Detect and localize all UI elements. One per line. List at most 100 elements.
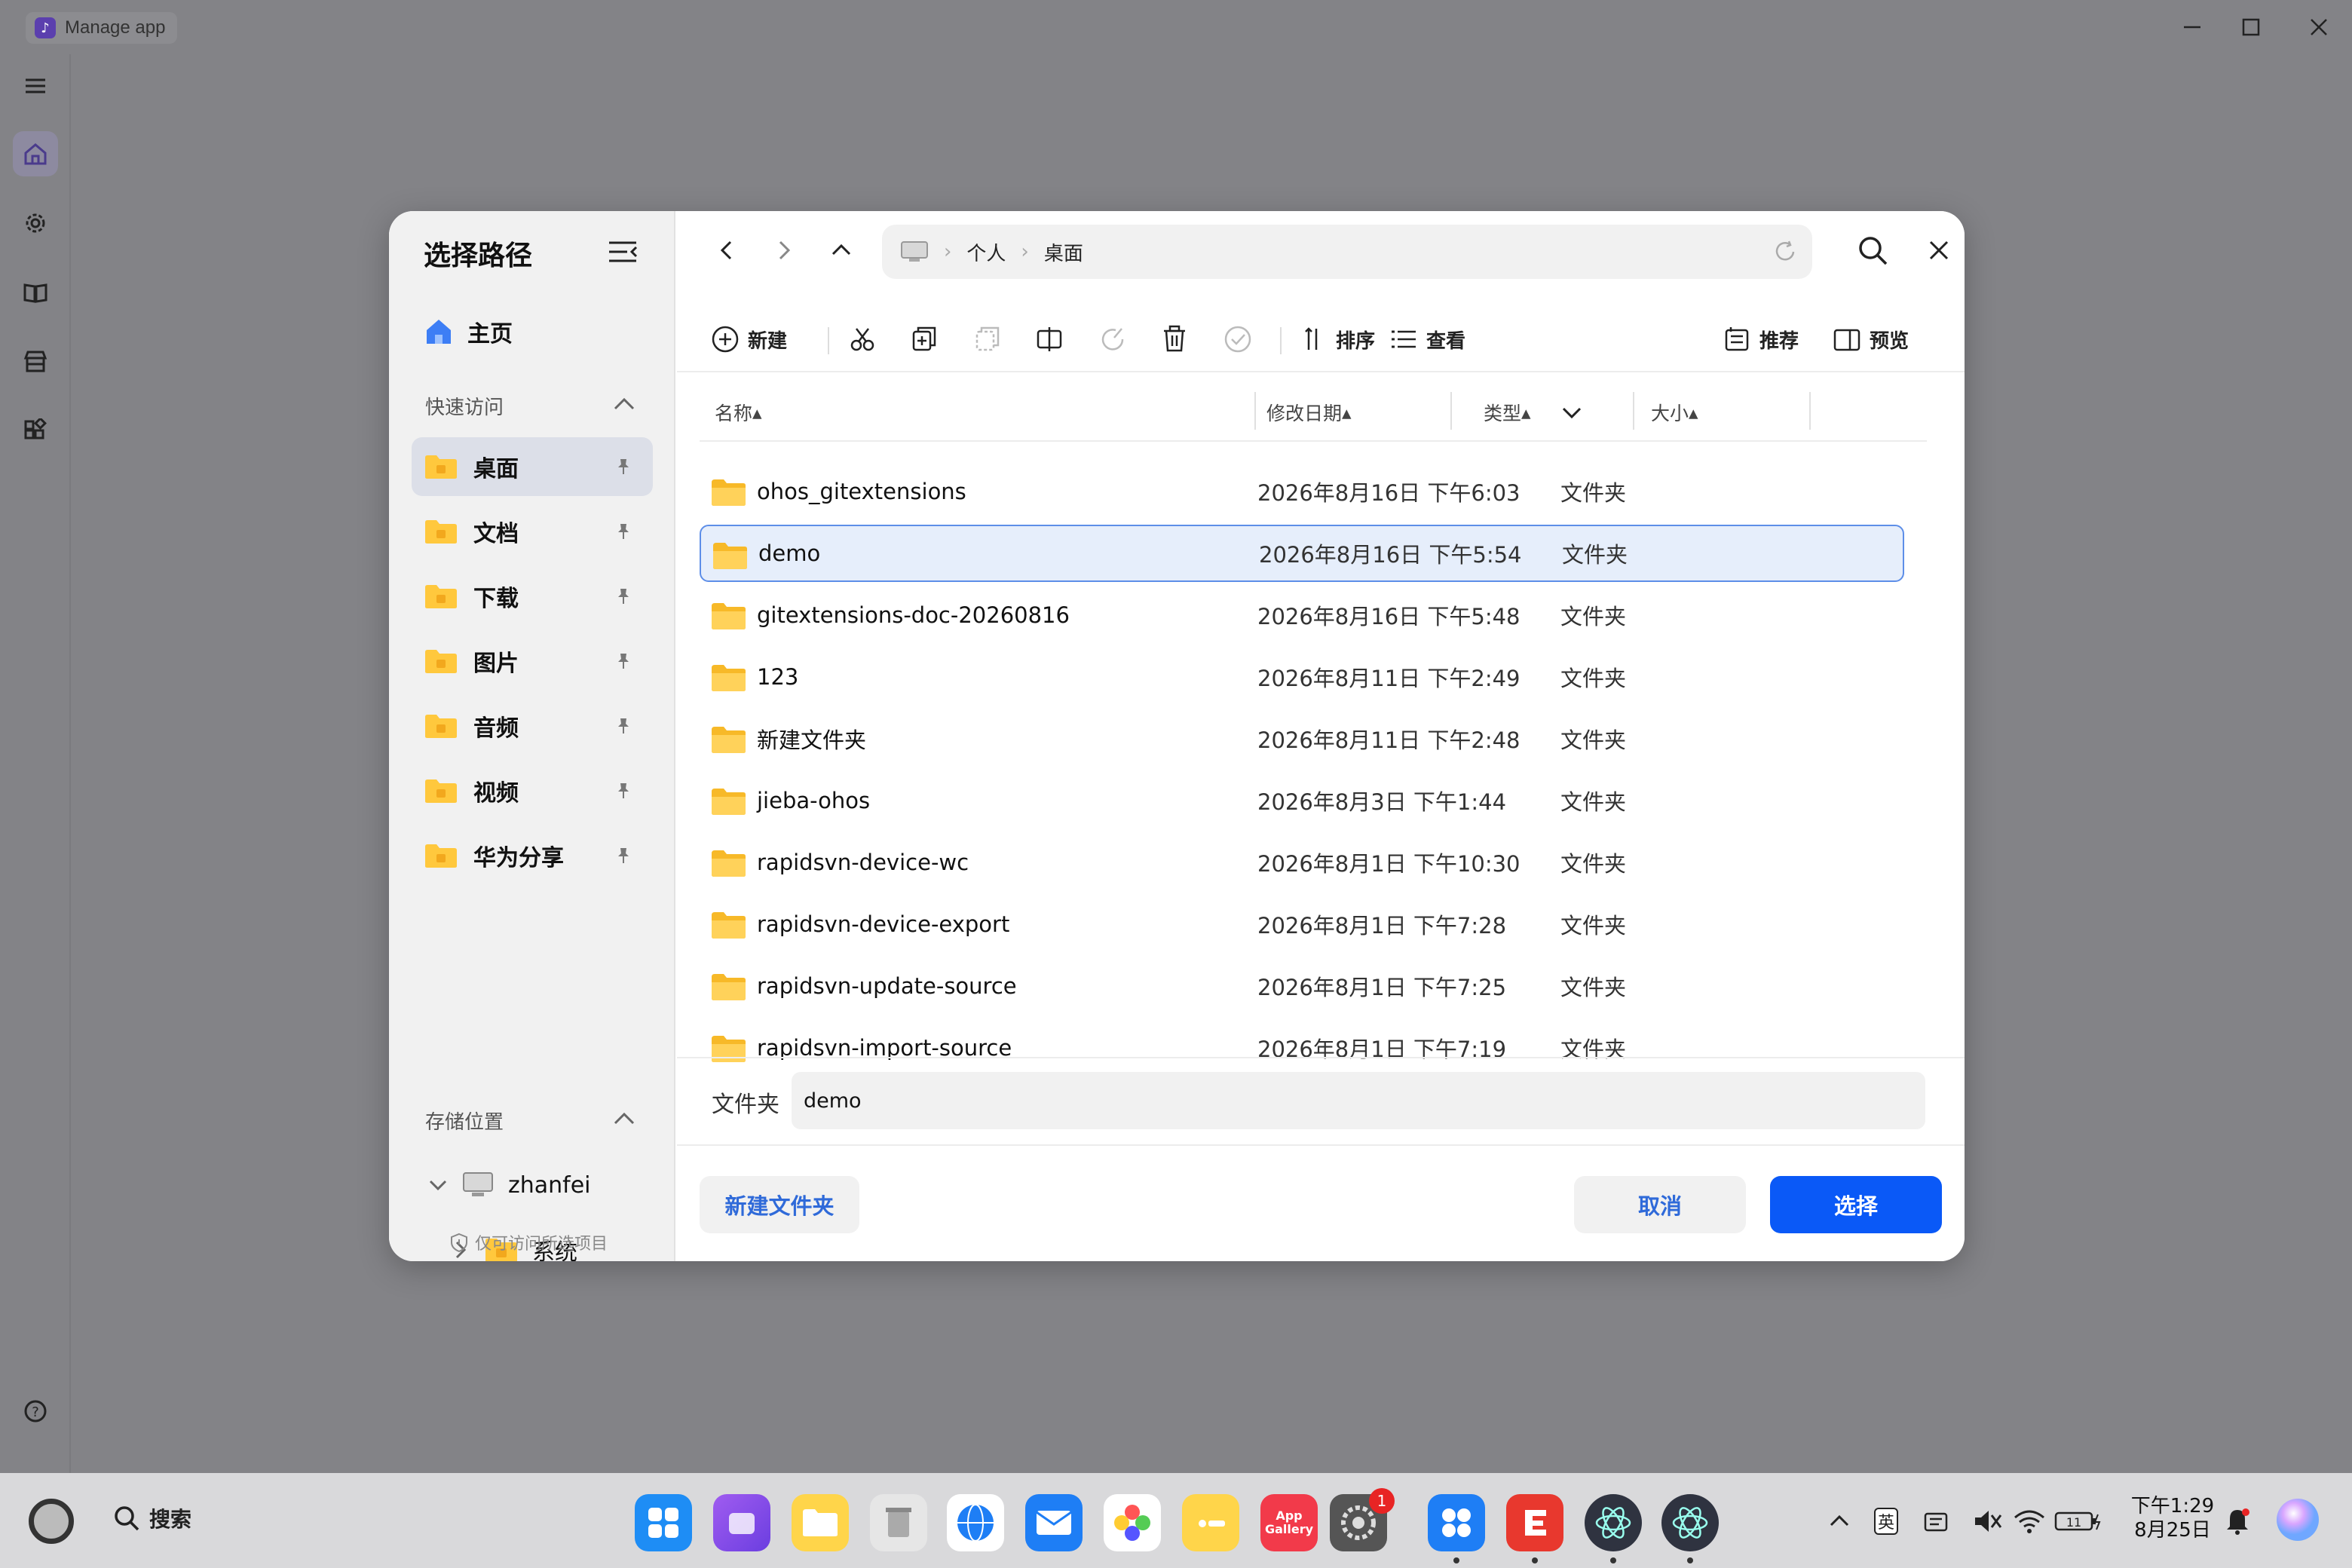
view-button[interactable]: 查看 [1389,321,1465,357]
sidebar-collapse-button[interactable] [605,234,642,271]
file-row[interactable]: rapidsvn-update-source 2026年8月1日 下午7:25 文件… [700,957,1904,1015]
file-date: 2026年8月16日 下午5:54 [1259,542,1522,568]
pin-icon[interactable] [614,651,633,671]
file-row[interactable]: jieba-ohos 2026年8月3日 下午1:44 文件夹 [700,772,1904,829]
new-button[interactable]: 新建 [710,321,787,357]
chevron-up-icon[interactable] [609,1107,639,1129]
pin-icon[interactable] [614,522,633,541]
file-row[interactable]: rapidsvn-device-wc 2026年8月1日 下午10:30 文件夹 [700,834,1904,891]
column-type-header[interactable]: 类型 ▴ [1484,386,1531,439]
rail-store-button[interactable] [13,339,58,384]
start-button[interactable] [29,1499,74,1544]
pin-icon[interactable] [614,781,633,801]
breadcrumb-personal[interactable]: 个人 [966,238,1006,266]
address-bar[interactable]: › 个人 › 桌面 [882,225,1812,279]
paste-button[interactable] [972,321,1003,357]
dock-mail[interactable] [1025,1494,1083,1551]
column-date-header[interactable]: 修改日期 ▴ [1266,386,1583,439]
quick-access-item[interactable]: 视频 [412,761,653,820]
select-all-button[interactable] [1223,321,1253,357]
app-title: Manage app [65,17,166,38]
new-folder-button[interactable]: 新建文件夹 [700,1176,859,1233]
quick-access-item[interactable]: 桌面 [412,437,653,496]
recommend-button[interactable]: 推荐 [1722,321,1799,357]
dock-browser[interactable] [947,1494,1004,1551]
dock-multitask[interactable] [713,1494,770,1551]
assistant-orb[interactable] [2274,1496,2322,1544]
toolbar: 新建 排序 查看 推荐 预览 [677,309,1965,369]
chevron-up-icon[interactable] [609,392,639,415]
file-row[interactable]: rapidsvn-import-source 2026年8月1日 下午7:19 文件… [700,1019,1904,1076]
ime-indicator[interactable]: 英 [1871,1503,1901,1539]
app-title-pill[interactable]: ♪ Manage app [26,12,178,44]
dock-app-launcher[interactable] [635,1494,692,1551]
up-button[interactable] [819,228,864,273]
quick-access-item[interactable]: 下载 [412,567,653,626]
notification-tray[interactable] [2222,1503,2252,1539]
file-row[interactable]: 123 2026年8月11日 下午2:49 文件夹 [700,648,1904,706]
cancel-button[interactable]: 取消 [1574,1176,1746,1233]
tree-device[interactable]: zhanfei [428,1165,591,1205]
file-row[interactable]: demo 2026年8月16日 下午5:54 文件夹 [700,525,1904,582]
rail-settings-button[interactable] [13,201,58,246]
quick-access-label: 桌面 [473,456,519,482]
mute-tray[interactable] [1971,1503,2004,1539]
column-name-header[interactable]: 名称 ▴ [715,386,762,439]
rail-help-button[interactable]: ? [13,1389,58,1434]
quick-access-item[interactable]: 文档 [412,502,653,561]
clipboard-tray[interactable] [1921,1503,1951,1539]
chevron-right-icon [779,240,791,260]
close-window-button[interactable] [2296,11,2341,44]
sort-button[interactable]: 排序 [1298,321,1375,357]
select-button[interactable]: 选择 [1770,1176,1942,1233]
share-button[interactable] [1098,321,1128,357]
refresh-icon[interactable] [1773,240,1797,264]
dock-files[interactable] [792,1494,849,1551]
maximize-button[interactable] [2228,11,2274,44]
sidebar-home[interactable]: 主页 [424,314,513,350]
dock-recycle-bin[interactable] [870,1494,927,1551]
rail-apps-button[interactable] [13,409,58,454]
pin-icon[interactable] [614,457,633,476]
folder-name-input[interactable]: demo [792,1072,1925,1129]
battery-tray[interactable]: 11 [2052,1503,2105,1539]
taskbar-clock[interactable]: 下午1:29 8月25日 [2127,1494,2218,1542]
preview-button[interactable]: 预览 [1832,321,1909,357]
dock-app-store[interactable] [1428,1494,1485,1551]
taskbar-search[interactable]: 搜索 [113,1503,191,1533]
search-button[interactable] [1850,228,1895,273]
multitask-icon [729,1513,755,1534]
rail-home-button[interactable] [13,131,58,176]
breadcrumb-desktop[interactable]: 桌面 [1044,238,1083,266]
dock-electron-2[interactable] [1661,1494,1719,1551]
dock-notes[interactable] [1182,1494,1239,1551]
pin-icon[interactable] [614,846,633,865]
quick-access-item[interactable]: 图片 [412,632,653,691]
quick-access-item[interactable]: 华为分享 [412,826,653,885]
menu-button[interactable] [13,63,58,109]
copy-button[interactable] [909,321,939,357]
column-size-header[interactable]: 大小 ▴ [1651,386,1698,439]
cut-button[interactable] [847,321,877,357]
pin-icon[interactable] [614,716,633,736]
wifi-tray[interactable] [2013,1503,2046,1539]
delete-button[interactable] [1159,321,1190,357]
minimize-button[interactable] [2170,11,2215,44]
rail-book-button[interactable] [13,270,58,315]
dock-gallery[interactable] [1104,1494,1161,1551]
file-row[interactable]: 新建文件夹 2026年8月11日 下午2:48 文件夹 [700,710,1904,767]
dock-editor[interactable] [1506,1494,1563,1551]
tray-expand-button[interactable] [1824,1503,1854,1539]
rename-button[interactable] [1034,321,1064,357]
pin-icon[interactable] [614,586,633,606]
quick-access-item[interactable]: 音频 [412,697,653,755]
tree-device-label: zhanfei [508,1171,591,1199]
file-row[interactable]: ohos_gitextensions 2026年8月16日 下午6:03 文件夹 [700,463,1904,520]
close-dialog-button[interactable] [1916,228,1962,273]
back-button[interactable] [704,228,749,273]
dock-electron-1[interactable] [1585,1494,1642,1551]
file-row[interactable]: gitextensions-doc-20260816 2026年8月16日 下午5… [700,586,1904,644]
file-row[interactable]: rapidsvn-device-export 2026年8月1日 下午7:28 文件… [700,896,1904,953]
dock-app-gallery[interactable]: App Gallery [1260,1494,1318,1551]
forward-button[interactable] [761,228,807,273]
